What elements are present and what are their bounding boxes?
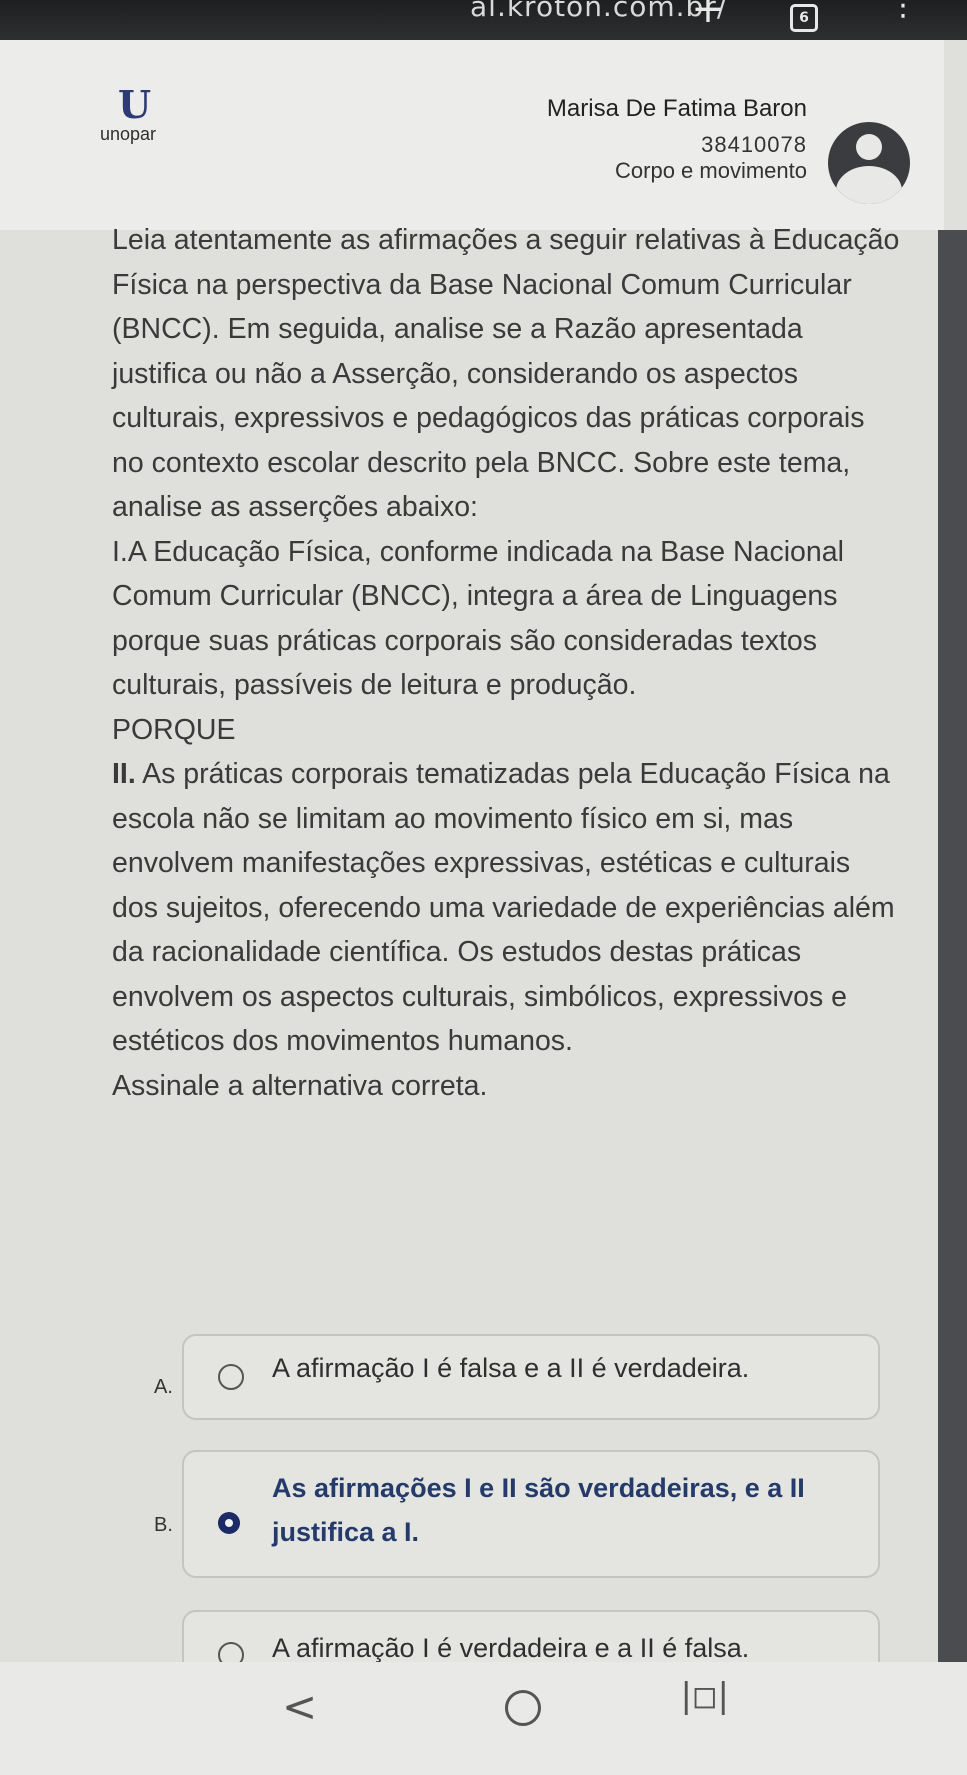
assertion-1: I.A Educação Física, conforme indicada n… — [112, 535, 844, 702]
page-scrollbar[interactable] — [938, 230, 967, 1690]
tab-count-icon[interactable]: 6 — [790, 4, 818, 32]
system-navigation-bar: < |□| — [0, 1662, 967, 1775]
new-tab-plus-icon[interactable]: + — [690, 0, 726, 30]
user-id: 38410078 — [701, 132, 807, 157]
option-a-radio[interactable] — [218, 1364, 244, 1390]
option-b-text: As afirmações I e II são verdadeiras, e … — [272, 1473, 805, 1547]
page-header: U unopar Marisa De Fatima Baron 38410078… — [0, 40, 944, 230]
question-instruction: Assinale a alternativa correta. — [112, 1069, 488, 1102]
assertion-2-label: II. — [112, 758, 136, 790]
option-a-text: A afirmação I é falsa e a II é verdadeir… — [272, 1353, 750, 1383]
connector-porque: PORQUE — [112, 713, 236, 746]
unopar-logo-icon: U — [118, 82, 152, 127]
question-text: Leia atentamente as afirmações a seguir … — [112, 218, 902, 1108]
assertion-2-text: As práticas corporais tematizadas pela E… — [112, 758, 895, 1057]
option-a-letter: A. — [154, 1376, 173, 1398]
course-name: Corpo e movimento — [615, 158, 807, 183]
option-b-letter: B. — [154, 1514, 173, 1536]
home-circle-icon[interactable] — [505, 1690, 541, 1726]
option-b[interactable]: B. As afirmações I e II são verdadeiras,… — [154, 1450, 880, 1578]
kebab-menu-icon[interactable]: ⋮ — [888, 0, 918, 40]
assertion-2: II. As práticas corporais tematizadas pe… — [112, 752, 902, 1064]
logo-text: unopar — [100, 124, 157, 144]
question-intro: Leia atentamente as afirmações a seguir … — [112, 224, 900, 523]
recent-apps-icon[interactable]: |□| — [676, 1676, 733, 1716]
quiz-page: U unopar Marisa De Fatima Baron 38410078… — [0, 40, 967, 1704]
user-name: Marisa De Fatima Baron — [546, 95, 807, 122]
option-a[interactable]: A. A afirmação I é falsa e a II é verdad… — [154, 1334, 880, 1420]
user-avatar-icon[interactable] — [828, 122, 910, 204]
back-chevron-icon[interactable]: < — [282, 1682, 317, 1731]
url-bar[interactable]: ál.kroton.com.br/ — [470, 0, 727, 23]
option-b-radio-selected[interactable] — [218, 1512, 240, 1534]
browser-toolbar: ál.kroton.com.br/ + 6 ⋮ — [0, 0, 967, 42]
